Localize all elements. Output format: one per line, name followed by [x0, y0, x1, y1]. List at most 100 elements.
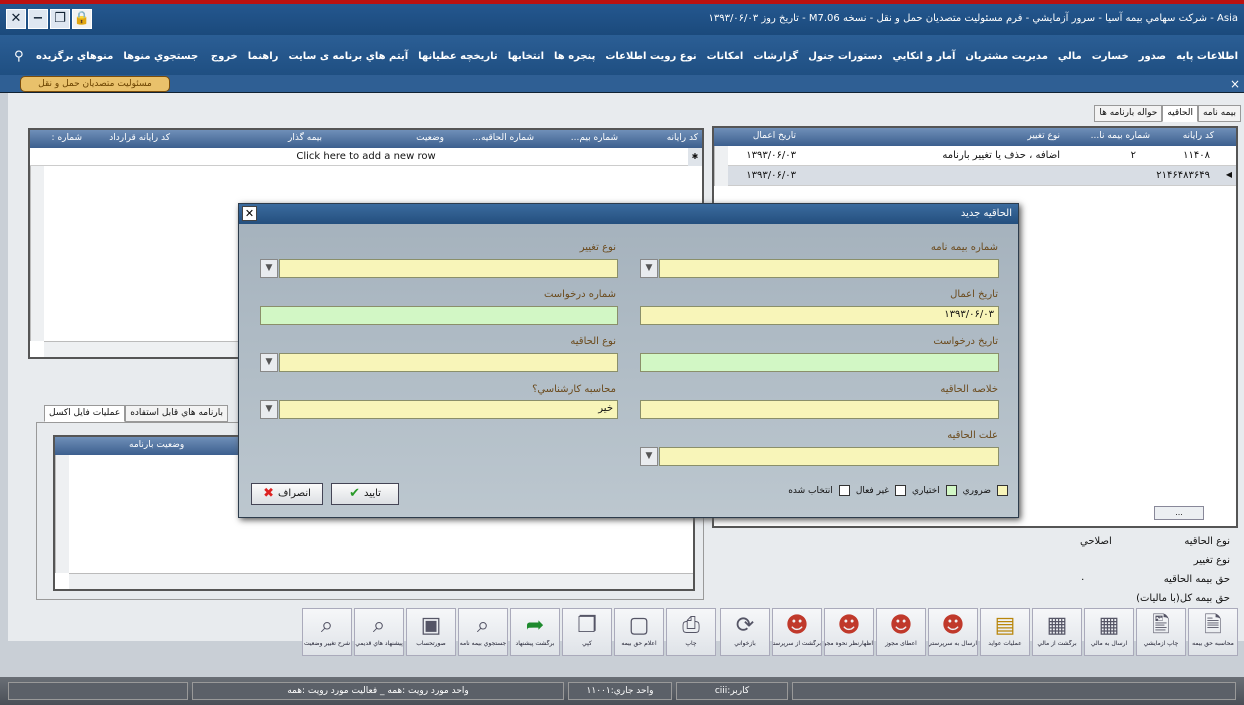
info-row: نوع الحاقيه اصلاحي	[1080, 536, 1230, 555]
toolbar-button[interactable]: ☻ اظهارنظر نحوه مجوز	[824, 608, 874, 656]
toolbar-button-label: ارسال به مالي	[1090, 640, 1128, 647]
menu-search[interactable]: جستجوي منوها	[123, 51, 198, 62]
menu-item[interactable]: مالي	[1058, 51, 1082, 62]
toolbar-button[interactable]: ➦ برگشت پيشنهاد	[510, 608, 560, 656]
menu-item[interactable]: دستورات جنول	[808, 51, 882, 62]
tab-appendix[interactable]: الحاقيه	[1162, 105, 1198, 122]
horizontal-scroll-thumb[interactable]: ...	[1154, 506, 1204, 520]
menu-item[interactable]: انتخابها	[508, 51, 544, 62]
legend-disabled: غير فعال	[855, 485, 889, 496]
toolbar-button[interactable]: ☻ اعطای مجوز	[876, 608, 926, 656]
toolbar-button[interactable]: ☻ برگشت از سرپرستي	[772, 608, 822, 656]
document-tab[interactable]: مسئوليت متصديان حمل و نقل	[20, 76, 170, 92]
col-header[interactable]: كد رايانه قرارداد	[109, 133, 170, 143]
search-icon[interactable]: ⚲	[14, 49, 24, 64]
col-header[interactable]: وضعيت بارنامه	[129, 440, 184, 450]
ok-button[interactable]: تاييد ✔	[331, 483, 399, 505]
toolbar-button[interactable]: 🗎 محاسبه حق بيمه	[1188, 608, 1238, 656]
action-toolbar	[0, 0, 1244, 1]
label-summary: خلاصه الحاقيه	[940, 384, 998, 395]
toolbar-button[interactable]: ⎙ چاپ	[666, 608, 716, 656]
toolbar-button[interactable]: ▣ صورتحساب	[406, 608, 456, 656]
close-document-button[interactable]: ×	[1230, 77, 1240, 91]
toolbar-button-label: برگشت از سرپرستي	[773, 640, 821, 647]
menu-item[interactable]: امكانات	[707, 51, 744, 62]
col-header[interactable]: بيمه گذار	[288, 133, 322, 143]
menu-item[interactable]: پنجره ها	[554, 51, 595, 62]
cancel-button[interactable]: انصراف ✖	[251, 483, 323, 505]
col-header[interactable]: شماره الحاقيه...	[472, 133, 534, 143]
table-row[interactable]: ◀ ۲۱۴۶۴۸۳۶۴۹ ۱۳۹۳/۰۶/۰۳	[714, 166, 1236, 186]
vertical-scrollbar[interactable]	[30, 166, 44, 341]
tab-excel-ops[interactable]: عمليات فايل اكسل	[44, 405, 126, 422]
expert-calc-dropdown-icon[interactable]: ▼	[260, 400, 278, 419]
toolbar-button-label: چاپ	[685, 640, 697, 647]
col-header[interactable]: كد رايانه	[667, 133, 698, 143]
col-header[interactable]: شماره بيم...	[571, 133, 618, 143]
menu-item[interactable]: نوع رويت اطلاعات	[605, 51, 696, 62]
minimize-window-button[interactable]: −	[28, 9, 48, 29]
menu-item[interactable]: آمار و انكايي	[892, 51, 955, 62]
appendix-type-dropdown-icon[interactable]: ▼	[260, 353, 278, 372]
vertical-scrollbar[interactable]	[55, 455, 69, 573]
horizontal-scrollbar[interactable]	[69, 573, 693, 589]
box-icon: ▦	[1098, 613, 1120, 638]
request-no-field[interactable]	[260, 306, 618, 325]
toolbar-button[interactable]: ⌕ شرح تغيير وضعيت	[302, 608, 352, 656]
toolbar-button[interactable]: 🖺 چاپ آزمايشي	[1136, 608, 1186, 656]
toolbar-button[interactable]: ▤ عمليات عوايد	[980, 608, 1030, 656]
menu-item[interactable]: خسارت	[1092, 51, 1129, 62]
policy-no-dropdown-icon[interactable]: ▼	[640, 259, 658, 278]
close-window-button[interactable]: ✕	[6, 9, 26, 29]
change-type-dropdown-icon[interactable]: ▼	[260, 259, 278, 278]
change-type-field[interactable]	[279, 259, 618, 278]
add-row[interactable]: Click here to add a new row	[30, 148, 702, 166]
reason-dropdown-icon[interactable]: ▼	[640, 447, 658, 466]
toolbar-button[interactable]: ☻ ارسال به سرپرستي	[928, 608, 978, 656]
toolbar-button[interactable]: ⟳ بازخواني	[720, 608, 770, 656]
menu-item[interactable]: خروج	[211, 51, 238, 62]
menu-item[interactable]: مديريت مشتريان	[965, 51, 1047, 62]
box-back-icon: ▦	[1046, 613, 1068, 638]
appendix-type-field[interactable]	[279, 353, 618, 372]
cancel-label: انصراف	[278, 488, 311, 499]
menu-item[interactable]: تاريخچه عطيانها	[418, 51, 498, 62]
policy-no-field[interactable]	[659, 259, 999, 278]
tab-insurance[interactable]: بيمه نامه	[1197, 105, 1241, 122]
tab-usable-waybills[interactable]: بارنامه هاي قابل استفاده	[125, 405, 228, 422]
col-header[interactable]: نوع تغيير	[1027, 131, 1060, 141]
reason-field[interactable]	[659, 447, 999, 466]
menu-item[interactable]: راهنما	[248, 51, 279, 62]
vertical-scrollbar[interactable]	[714, 146, 728, 186]
col-header[interactable]: شماره :	[52, 133, 82, 143]
summary-field[interactable]	[640, 400, 999, 419]
menu-item[interactable]: آيتم هاي برنامه ی سایت	[288, 51, 408, 62]
expert-calc-field[interactable]: خير	[279, 400, 618, 419]
toolbar-button-label: اظهارنظر نحوه مجوز	[825, 640, 873, 647]
status-segment	[792, 682, 1236, 700]
col-header[interactable]: تاريخ اعمال	[753, 131, 796, 141]
dialog-close-button[interactable]: ✕	[242, 206, 257, 221]
tab-waybill[interactable]: حواله بارنامه ها	[1094, 105, 1163, 122]
toolbar-button[interactable]: ▦ برگشت از مالي	[1032, 608, 1082, 656]
menu-item[interactable]: گزارشات	[753, 51, 798, 62]
new-appendix-dialog: الحاقيه جديد ✕ شماره بيمه نامه ▼ تاريخ ا…	[238, 203, 1019, 518]
col-header[interactable]: كد رايانه	[1183, 131, 1214, 141]
toolbar-button[interactable]: ❐ كپي	[562, 608, 612, 656]
menu-item[interactable]: صدور	[1139, 51, 1166, 62]
toolbar-button[interactable]: ▢ اعلام حق بيمه	[614, 608, 664, 656]
user-view-icon: ☻	[837, 613, 861, 638]
info-label: نوع الحاقيه	[1184, 536, 1230, 547]
restore-window-button[interactable]: ❐	[50, 9, 70, 29]
table-row[interactable]: ۱۱۴۰۸ ۲ اضافه ، حذف يا تغيير بارنامه ۱۳۹…	[714, 146, 1236, 166]
menu-item[interactable]: اطلاعات پايه	[1176, 51, 1238, 62]
col-header[interactable]: شماره بيمه نا...	[1091, 131, 1150, 141]
toolbar-button[interactable]: ⌕ جستجوي بيمه نامه	[458, 608, 508, 656]
toolbar-button-label: برگشت پيشنهاد	[515, 640, 555, 647]
request-date-field[interactable]	[640, 353, 999, 372]
toolbar-button[interactable]: ⌕ پيشنهاد هاي قديمي	[354, 608, 404, 656]
col-header[interactable]: وضعيت	[416, 133, 444, 143]
toolbar-button[interactable]: ▦ ارسال به مالي	[1084, 608, 1134, 656]
apply-date-field[interactable]: ۱۳۹۳/۰۶/۰۳	[640, 306, 999, 325]
menu-favorites[interactable]: منوهاي برگزيده	[36, 51, 113, 62]
